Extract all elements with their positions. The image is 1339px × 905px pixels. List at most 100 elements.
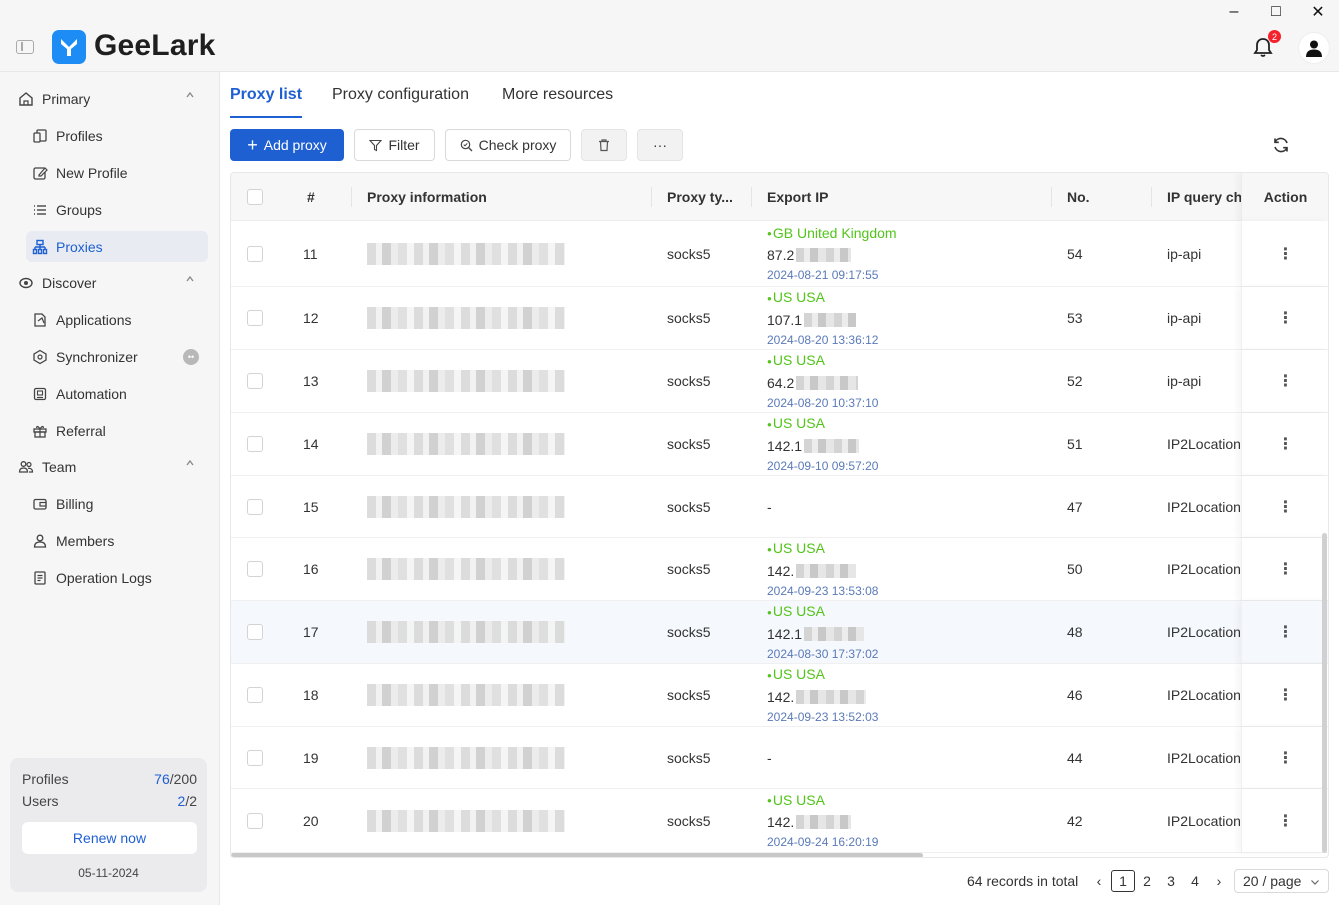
row-action-menu-icon[interactable]: ⋮ [1241, 727, 1328, 788]
proxy-type-cell: socks5 [667, 498, 711, 515]
prev-page-button[interactable]: ‹ [1087, 870, 1111, 892]
row-action-menu-icon[interactable]: ⋮ [1241, 350, 1328, 412]
table-row[interactable]: 12 socks5 US USA 107.1 2024-08-20 13:36:… [231, 287, 1328, 350]
close-button[interactable]: ✕ [1298, 2, 1338, 22]
column-header-proxy-type[interactable]: Proxy ty... [667, 173, 733, 221]
row-action-menu-icon[interactable]: ⋮ [1241, 287, 1328, 349]
table-row[interactable]: 14 socks5 US USA 142.1 2024-09-10 09:57:… [231, 413, 1328, 476]
sidebar-item-proxies[interactable]: Proxies [26, 231, 208, 262]
row-action-menu-icon[interactable]: ⋮ [1241, 789, 1328, 852]
page-2[interactable]: 2 [1135, 870, 1159, 892]
ip-query-channel-cell: IP2Location [1167, 749, 1241, 766]
row-action-menu-icon[interactable]: ⋮ [1241, 476, 1328, 537]
sidebar-item-groups[interactable]: Groups [26, 194, 208, 225]
plus-icon: + [247, 135, 258, 155]
export-ip-cell: US USA 142. 2024-09-23 13:53:08 [767, 538, 878, 600]
row-action-menu-icon[interactable]: ⋮ [1241, 538, 1328, 600]
sidebar-item-referral[interactable]: Referral [26, 415, 208, 446]
sidebar-item-label: Referral [56, 422, 106, 439]
maximize-button[interactable]: □ [1256, 2, 1296, 22]
sidebar-item-new-profile[interactable]: New Profile [26, 157, 208, 188]
sidebar-item-automation[interactable]: Automation [26, 378, 208, 409]
operation-logs-icon [32, 570, 48, 586]
tab-proxy-list[interactable]: Proxy list [230, 86, 303, 118]
filter-button[interactable]: Filter [354, 129, 435, 161]
ip-location: US USA [767, 539, 878, 558]
table-row[interactable]: 18 socks5 US USA 142. 2024-09-23 13:52:0… [231, 664, 1328, 727]
tab-more-resources[interactable]: More resources [502, 86, 613, 118]
sidebar-item-profiles[interactable]: Profiles [26, 120, 208, 151]
page-1[interactable]: 1 [1111, 870, 1135, 892]
row-action-menu-icon[interactable]: ⋮ [1241, 221, 1328, 286]
table-row[interactable]: 11 socks5 GB United Kingdom 87.2 2024-08… [231, 221, 1328, 287]
tab-proxy-configuration[interactable]: Proxy configuration [332, 86, 469, 118]
refresh-icon[interactable] [1270, 134, 1292, 156]
table-row[interactable]: 16 socks5 US USA 142. 2024-09-23 13:53:0… [231, 538, 1328, 601]
sidebar-item-label: Proxies [56, 238, 103, 255]
sidebar-item-applications[interactable]: Applications [26, 304, 208, 335]
renew-now-button[interactable]: Renew now [22, 822, 197, 854]
row-checkbox[interactable] [247, 350, 263, 412]
horizontal-scrollbar[interactable] [231, 853, 923, 857]
export-ip-cell: GB United Kingdom 87.2 2024-08-21 09:17:… [767, 221, 897, 286]
page-4[interactable]: 4 [1183, 870, 1207, 892]
sidebar-group-primary[interactable]: Primary [18, 87, 200, 111]
delete-button[interactable] [581, 129, 627, 161]
sidebar-toggle-icon[interactable] [16, 40, 34, 54]
row-action-menu-icon[interactable]: ⋮ [1241, 664, 1328, 726]
row-checkbox[interactable] [247, 538, 263, 600]
row-checkbox[interactable] [247, 664, 263, 726]
ip-address: 107.1 [767, 310, 878, 330]
next-page-button[interactable]: › [1207, 870, 1231, 892]
proxy-number-cell: 52 [1067, 373, 1083, 389]
row-action-menu-icon[interactable]: ⋮ [1241, 413, 1328, 475]
sidebar-item-operation-logs[interactable]: Operation Logs [26, 562, 208, 593]
sidebar-group-discover[interactable]: Discover [18, 271, 200, 295]
ip-address-visible: 142.1 [767, 625, 803, 642]
sidebar-item-synchronizer[interactable]: Synchronizer •• [26, 341, 208, 372]
ip-query-channel-cell: IP2Location [1167, 624, 1241, 640]
sidebar-item-billing[interactable]: Billing [26, 488, 208, 519]
row-index: 13 [303, 373, 319, 389]
page-size-select[interactable]: 20 / page [1234, 869, 1329, 893]
filter-icon [369, 139, 383, 151]
column-header-index: # [307, 189, 315, 205]
sidebar-item-members[interactable]: Members [26, 525, 208, 556]
vertical-scrollbar[interactable] [1322, 533, 1327, 853]
ip-location: US USA [767, 665, 878, 684]
table-row[interactable]: 19 socks5 - 44 IP2Location ⋮ [231, 727, 1328, 789]
minimize-button[interactable]: ‒ [1214, 2, 1254, 22]
referral-gift-icon [32, 423, 48, 439]
sidebar-group-team[interactable]: Team [18, 455, 200, 479]
table-row[interactable]: 13 socks5 US USA 64.2 2024-08-20 10:37:1… [231, 350, 1328, 413]
row-checkbox[interactable] [247, 601, 263, 663]
check-proxy-button[interactable]: Check proxy [445, 129, 571, 161]
add-proxy-button[interactable]: + Add proxy [230, 129, 344, 161]
row-checkbox[interactable] [247, 789, 263, 852]
table-row[interactable]: 15 socks5 - 47 IP2Location ⋮ [231, 476, 1328, 538]
proxy-type-cell: socks5 [667, 687, 711, 703]
page-size-value: 20 / page [1243, 873, 1302, 889]
more-actions-button[interactable]: ··· [637, 129, 683, 161]
row-checkbox[interactable] [247, 221, 263, 286]
user-avatar-icon[interactable] [1298, 32, 1330, 64]
ip-redaction [804, 626, 865, 641]
proxy-type-cell: socks5 [667, 624, 711, 640]
row-checkbox[interactable] [247, 413, 263, 475]
row-checkbox[interactable] [247, 287, 263, 349]
table-row[interactable]: 17 socks5 US USA 142.1 2024-08-30 17:37:… [231, 601, 1328, 664]
row-checkbox[interactable] [247, 727, 263, 788]
plan-profiles-total: /200 [169, 771, 197, 787]
select-all-checkbox[interactable] [247, 173, 263, 221]
export-ip-cell: - [767, 498, 772, 515]
page-3[interactable]: 3 [1159, 870, 1183, 892]
column-header-ip-query-channel[interactable]: IP query ch [1167, 173, 1241, 221]
column-header-no[interactable]: No. [1067, 173, 1090, 221]
column-header-export-ip[interactable]: Export IP [767, 173, 828, 221]
ip-address: 64.2 [767, 373, 878, 393]
column-header-proxy-information[interactable]: Proxy information [367, 173, 487, 221]
row-checkbox[interactable] [247, 476, 263, 537]
table-row[interactable]: 20 socks5 US USA 142. 2024-09-24 16:20:1… [231, 789, 1328, 853]
row-action-menu-icon[interactable]: ⋮ [1241, 601, 1328, 663]
automation-icon [32, 386, 48, 402]
